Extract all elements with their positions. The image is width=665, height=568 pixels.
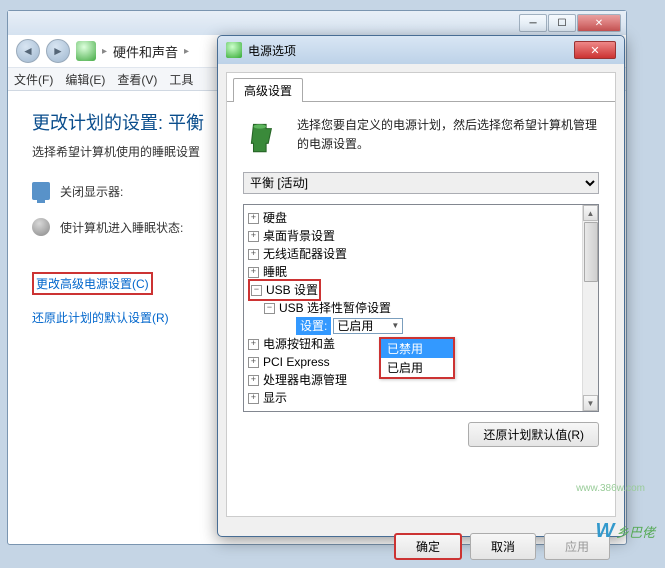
breadcrumb-sep: ▸: [102, 46, 107, 57]
tree-scrollbar[interactable]: ▲ ▼: [582, 205, 598, 411]
desc-row: 选择您要自定义的电源计划，然后选择您希望计算机管理的电源设置。: [243, 116, 599, 158]
setting-combo[interactable]: 已启用▼: [333, 318, 403, 334]
dropdown-item-enabled[interactable]: 已启用: [381, 358, 453, 377]
tree-wifi[interactable]: 无线适配器设置: [263, 245, 347, 263]
cancel-button[interactable]: 取消: [470, 533, 536, 560]
expander-icon[interactable]: −: [251, 285, 262, 296]
dialog-title: 电源选项: [248, 42, 574, 59]
back-button[interactable]: ◄: [16, 39, 40, 63]
expander-icon[interactable]: −: [264, 303, 275, 314]
power-icon: [226, 42, 242, 58]
display-off-label: 关闭显示器:: [60, 183, 123, 200]
main-close-button[interactable]: ✕: [577, 14, 621, 32]
sleep-label: 使计算机进入睡眠状态:: [60, 219, 183, 236]
tree-cpu[interactable]: 处理器电源管理: [263, 371, 347, 389]
dialog-buttons: 确定 取消 应用: [218, 525, 624, 568]
dialog-desc: 选择您要自定义的电源计划，然后选择您希望计算机管理的电源设置。: [297, 116, 599, 158]
expander-icon[interactable]: +: [248, 267, 259, 278]
tree-pci[interactable]: PCI Express: [263, 353, 330, 371]
settings-tree[interactable]: +硬盘 +桌面背景设置 +无线适配器设置 +睡眠 −USB 设置 −USB 选择…: [243, 204, 599, 412]
menu-view[interactable]: 查看(V): [117, 71, 157, 88]
expander-icon[interactable]: +: [248, 357, 259, 368]
ok-button[interactable]: 确定: [394, 533, 462, 560]
breadcrumb-item[interactable]: 硬件和声音: [113, 42, 178, 61]
chevron-down-icon: ▼: [391, 317, 399, 335]
maximize-button[interactable]: ☐: [548, 14, 576, 32]
expander-icon[interactable]: +: [248, 231, 259, 242]
menu-tools[interactable]: 工具: [169, 71, 193, 88]
dropdown-item-disabled[interactable]: 已禁用: [381, 339, 453, 358]
forward-button[interactable]: ►: [46, 39, 70, 63]
setting-label: 设置:: [296, 317, 331, 335]
restore-plan-button[interactable]: 还原计划默认值(R): [468, 422, 599, 447]
plan-select[interactable]: 平衡 [活动]: [243, 172, 599, 194]
tree-usb-sub[interactable]: USB 选择性暂停设置: [279, 299, 391, 317]
watermark: W 乡巴佬: [595, 520, 655, 543]
scroll-thumb[interactable]: [584, 222, 598, 282]
tab-strip: 高级设置: [227, 77, 615, 101]
expander-icon[interactable]: +: [248, 375, 259, 386]
expander-icon[interactable]: +: [248, 213, 259, 224]
monitor-icon: [32, 182, 50, 200]
watermark-url: www.386w.com: [576, 483, 645, 494]
sleep-icon: [32, 218, 50, 236]
tree-powerbtn[interactable]: 电源按钮和盖: [263, 335, 335, 353]
breadcrumb-icon: [76, 41, 96, 61]
dialog-titlebar: 电源选项 ✕: [218, 36, 624, 64]
menu-edit[interactable]: 编辑(E): [65, 71, 105, 88]
menu-file[interactable]: 文件(F): [14, 71, 53, 88]
expander-icon[interactable]: +: [248, 339, 259, 350]
dialog-body: 高级设置 选择您要自定义的电源计划，然后选择您希望计算机管理的电源设置。 平衡 …: [226, 72, 616, 517]
battery-icon: [243, 116, 285, 158]
highlight-usb: −USB 设置: [248, 279, 321, 301]
setting-dropdown[interactable]: 已禁用 已启用: [379, 337, 455, 379]
main-titlebar: ─ ☐ ✕: [8, 11, 626, 35]
tab-advanced[interactable]: 高级设置: [233, 78, 303, 102]
tree-bg[interactable]: 桌面背景设置: [263, 227, 335, 245]
expander-icon[interactable]: +: [248, 249, 259, 260]
tab-content: 选择您要自定义的电源计划，然后选择您希望计算机管理的电源设置。 平衡 [活动] …: [227, 101, 615, 516]
tree-display[interactable]: 显示: [263, 389, 287, 407]
tree-hdd[interactable]: 硬盘: [263, 209, 287, 227]
power-options-dialog: 电源选项 ✕ 高级设置 选择您要自定义的电源计划，然后选择您希望计算机管理的电源…: [217, 35, 625, 537]
restore-row: 还原计划默认值(R): [243, 422, 599, 447]
advanced-settings-link[interactable]: 更改高级电源设置(C): [36, 275, 149, 292]
tree-usb[interactable]: USB 设置: [266, 281, 318, 299]
breadcrumb-sep2: ▸: [184, 46, 189, 57]
scroll-up-button[interactable]: ▲: [583, 205, 598, 221]
dialog-close-button[interactable]: ✕: [574, 41, 616, 59]
scroll-down-button[interactable]: ▼: [583, 395, 598, 411]
minimize-button[interactable]: ─: [519, 14, 547, 32]
expander-icon[interactable]: +: [248, 393, 259, 404]
highlight-advanced-link: 更改高级电源设置(C): [32, 272, 153, 295]
